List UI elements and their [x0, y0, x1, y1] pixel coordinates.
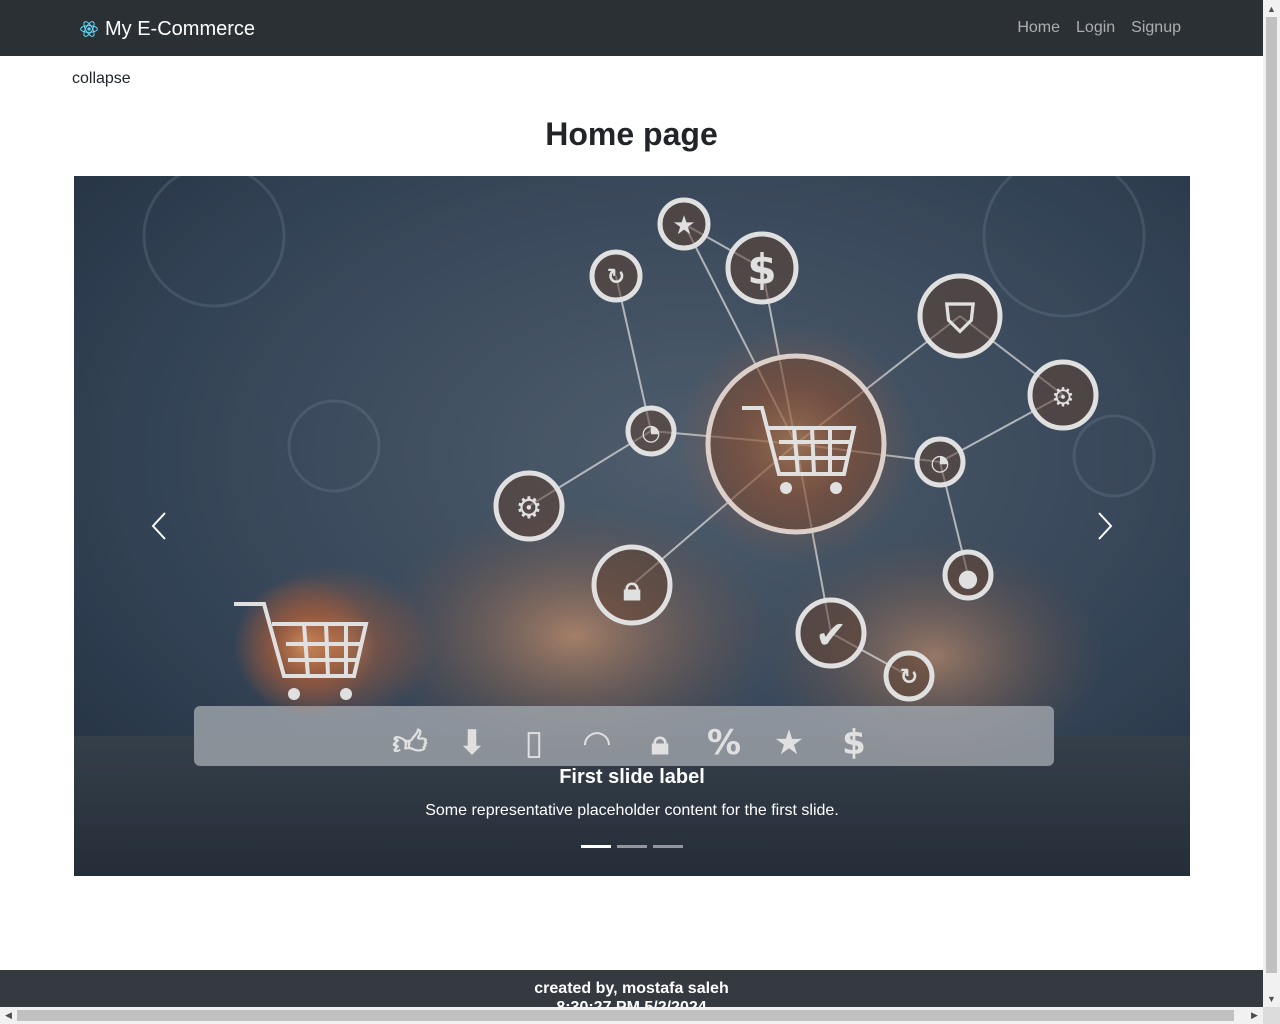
carousel: $ ★ ⛉ ✔ 🔒︎ ● ⚙ ⚙ ◔ ◔ ↻ ↻ 👍︎ ⬇ ▯ ◠ 🔒︎ % ★… [74, 176, 1190, 876]
scrollbar-corner [1263, 1007, 1280, 1024]
page: My E-Commerce Home Login Signup collapse… [0, 0, 1263, 1007]
footer: created by, mostafa saleh 8:30:27 PM 5/2… [0, 970, 1263, 1007]
carousel-indicator-1[interactable] [581, 845, 611, 848]
navbar: My E-Commerce Home Login Signup [0, 0, 1263, 56]
navbar-brand[interactable]: My E-Commerce [79, 15, 255, 43]
vertical-scrollbar[interactable]: ▲ ▼ [1263, 0, 1280, 1007]
nav-link-signup[interactable]: Signup [1131, 19, 1181, 37]
caption-title: First slide label [559, 766, 705, 788]
carousel-caption: First slide label Some representative pl… [74, 764, 1190, 822]
vertical-scroll-thumb[interactable] [1266, 17, 1277, 973]
scroll-down-icon[interactable]: ▼ [1263, 990, 1280, 1007]
scroll-right-icon[interactable]: ▶ [1246, 1007, 1263, 1024]
chevron-left-icon [151, 512, 166, 540]
page-title: Home page [545, 116, 718, 152]
react-atom-icon [80, 21, 98, 37]
footer-timestamp: 8:30:27 PM 5/2/2024 [0, 998, 1263, 1007]
carousel-indicator-2[interactable] [617, 845, 647, 848]
nav-links: Home Login Signup [1017, 0, 1181, 56]
chevron-right-icon [1098, 512, 1113, 540]
collapse-toggle[interactable]: collapse [72, 70, 131, 88]
nav-link-home[interactable]: Home [1017, 19, 1060, 37]
carousel-indicator-3[interactable] [653, 845, 683, 848]
caption-text: Some representative placeholder content … [425, 802, 839, 819]
scroll-up-icon[interactable]: ▲ [1263, 0, 1280, 17]
footer-credit: created by, mostafa saleh [534, 980, 729, 997]
horizontal-scroll-thumb[interactable] [17, 1010, 1234, 1021]
nav-link-login[interactable]: Login [1076, 19, 1115, 37]
horizontal-scrollbar[interactable]: ◀ ▶ [0, 1007, 1263, 1024]
scroll-left-icon[interactable]: ◀ [0, 1007, 17, 1024]
brand-label: My E-Commerce [105, 17, 256, 40]
carousel-indicators [74, 845, 1190, 848]
